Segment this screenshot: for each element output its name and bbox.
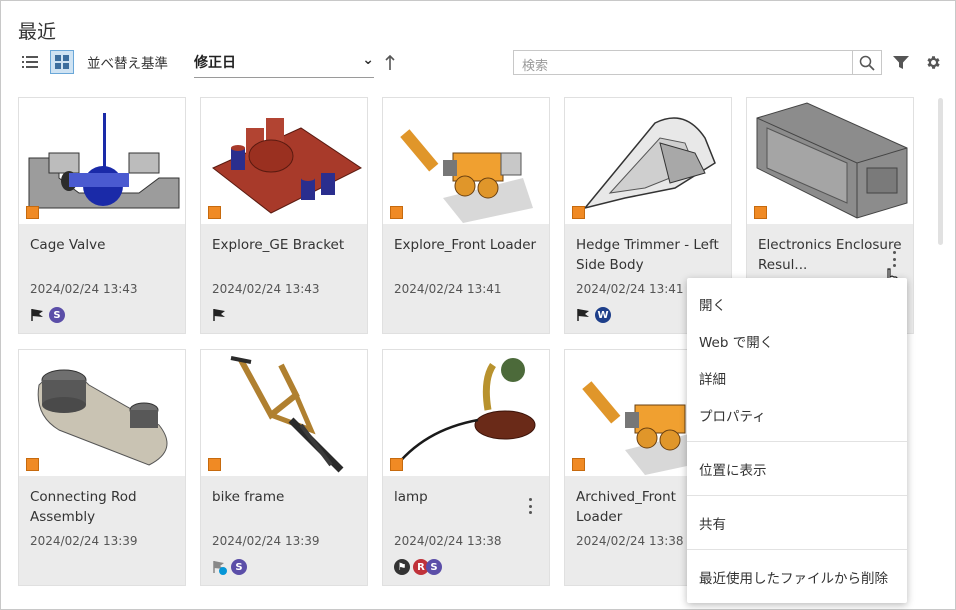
list-view-button[interactable]: [19, 51, 41, 73]
search-input[interactable]: 検索: [513, 50, 882, 75]
design-cube-icon: [208, 458, 221, 471]
file-name: Explore_GE Bracket: [212, 237, 345, 253]
thumbnail: [201, 350, 367, 476]
design-cube-icon: [754, 206, 767, 219]
thumbnail: [747, 98, 913, 224]
thumbnail: [201, 98, 367, 224]
file-name: Connecting Rod Assembly: [30, 489, 137, 525]
file-date: 2024/02/24 13:38: [576, 534, 684, 548]
search-button[interactable]: [852, 51, 881, 74]
review-flag-icon: [213, 561, 227, 575]
file-date: 2024/02/24 13:38: [394, 534, 502, 548]
menu-divider: [687, 549, 907, 550]
thumbnail: [19, 98, 185, 224]
badge-row: S: [212, 558, 247, 576]
settings-button[interactable]: [923, 52, 943, 72]
file-card-explore-front-loader[interactable]: Explore_Front Loader 2024/02/24 13:41: [382, 97, 550, 334]
thumbnail: [19, 350, 185, 476]
scrollbar[interactable]: [938, 98, 943, 245]
menu-divider: [687, 441, 907, 442]
context-menu: 開く Web で開く 詳細 プロパティ 位置に表示 共有 最近使用したファイルか…: [687, 278, 907, 603]
chevron-down-icon: ⌄: [362, 52, 374, 68]
sort-label: 並べ替え基準: [87, 56, 168, 72]
file-date: 2024/02/24 13:39: [30, 534, 138, 548]
design-cube-icon: [26, 458, 39, 471]
file-date: 2024/02/24 13:41: [394, 282, 502, 296]
file-date: 2024/02/24 13:43: [30, 282, 138, 296]
file-date: 2024/02/24 13:41: [576, 282, 684, 296]
file-date: 2024/02/24 13:43: [212, 282, 320, 296]
badge-row: S: [30, 306, 65, 324]
flag-circle-icon: ⚑: [394, 559, 410, 575]
file-card-lamp[interactable]: lamp 2024/02/24 13:38 ⚑ R S: [382, 349, 550, 586]
design-cube-icon: [390, 206, 403, 219]
milestone-flag-icon: [577, 309, 589, 321]
design-cube-icon: [208, 206, 221, 219]
page-title: 最近: [18, 21, 57, 43]
file-name: lamp: [394, 489, 428, 505]
more-options-button[interactable]: [523, 495, 537, 517]
sort-value: 修正日: [194, 55, 236, 71]
list-icon: [22, 56, 38, 68]
badge-row: W: [576, 306, 611, 324]
avatar: W: [595, 307, 611, 323]
filter-icon: [893, 56, 909, 69]
menu-item-open-web[interactable]: Web で開く: [699, 331, 773, 351]
thumbnail: [565, 98, 731, 224]
avatar: S: [426, 559, 442, 575]
file-date: 2024/02/24 13:39: [212, 534, 320, 548]
file-name: bike frame: [212, 489, 285, 505]
file-card-connecting-rod[interactable]: Connecting Rod Assembly 2024/02/24 13:39: [18, 349, 186, 586]
gear-icon: [926, 55, 940, 69]
menu-divider: [687, 495, 907, 496]
arrow-up-icon: [385, 55, 395, 70]
avatar: S: [231, 559, 247, 575]
milestone-flag-icon: [31, 309, 43, 321]
file-name: Explore_Front Loader: [394, 237, 537, 253]
thumbnail: [383, 98, 549, 224]
search-icon: [859, 55, 875, 71]
badge-row: ⚑ R S: [394, 558, 442, 576]
menu-item-remove-recent[interactable]: 最近使用したファイルから削除: [699, 567, 888, 587]
file-name: Hedge Trimmer - Left Side Body: [576, 237, 719, 273]
design-cube-icon: [26, 206, 39, 219]
menu-item-properties[interactable]: プロパティ: [699, 405, 766, 425]
design-cube-icon: [572, 458, 585, 471]
thumbnail: [383, 350, 549, 476]
sort-dropdown[interactable]: 修正日 ⌄: [194, 47, 374, 78]
filter-button[interactable]: [891, 53, 911, 73]
menu-item-share[interactable]: 共有: [699, 513, 726, 533]
badge-row: [212, 306, 228, 324]
file-name: Cage Valve: [30, 237, 106, 253]
design-cube-icon: [572, 206, 585, 219]
search-placeholder: 検索: [522, 59, 549, 74]
file-card-cage-valve[interactable]: Cage Valve 2024/02/24 13:43 S: [18, 97, 186, 334]
recent-files-panel: 最近 並べ替え基準 修正日 ⌄ 検索 Cage Valve 2024/02/24…: [0, 0, 956, 610]
menu-item-show-location[interactable]: 位置に表示: [699, 459, 767, 479]
grid-view-button[interactable]: [50, 50, 74, 74]
avatar: S: [49, 307, 65, 323]
sort-direction-button[interactable]: [382, 53, 398, 73]
file-card-explore-ge-bracket[interactable]: Explore_GE Bracket 2024/02/24 13:43: [200, 97, 368, 334]
menu-item-open[interactable]: 開く: [699, 294, 726, 314]
grid-icon: [55, 55, 69, 69]
file-card-bike-frame[interactable]: bike frame 2024/02/24 13:39 S: [200, 349, 368, 586]
milestone-flag-icon: [213, 309, 225, 321]
menu-item-details[interactable]: 詳細: [699, 368, 726, 388]
design-cube-icon: [390, 458, 403, 471]
